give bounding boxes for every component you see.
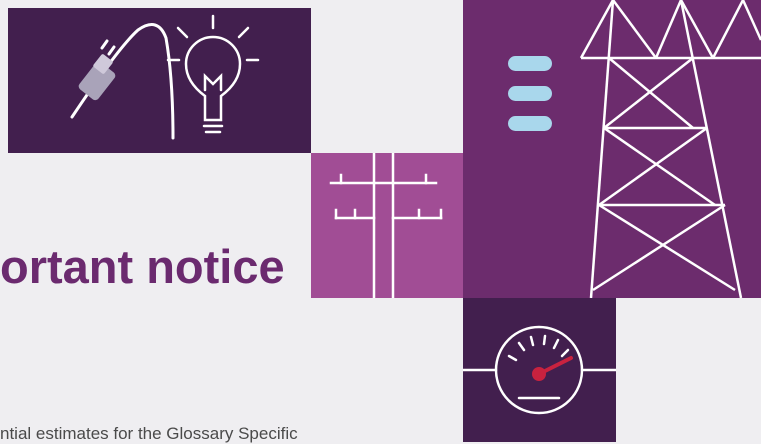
utility-pole-icon (329, 153, 443, 298)
body-text: ntial estimates for the Glossary Specifi… (0, 424, 298, 443)
plug-icon (70, 23, 175, 140)
battery-icon (508, 56, 552, 131)
light-bulb-icon (166, 14, 260, 134)
gauge-tile (463, 298, 616, 442)
transmission-tower-illustration (508, 0, 761, 298)
transmission-tower-icon (579, 0, 761, 298)
plug-and-bulb-illustration (70, 14, 260, 140)
gauge-icon (463, 325, 616, 415)
transmission-tower-tile (463, 0, 761, 298)
plug-bulb-tile (8, 8, 311, 153)
utility-pole-tile (311, 153, 466, 298)
page-title: ortant notice (0, 240, 285, 293)
